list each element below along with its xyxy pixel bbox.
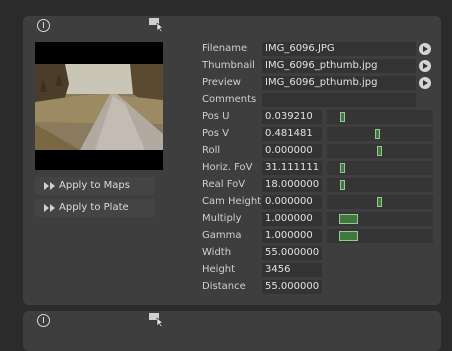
pos-u-slider[interactable]: [327, 110, 433, 124]
image-preview: [35, 42, 163, 170]
pos-v-field[interactable]: 0.481481: [262, 127, 322, 141]
width-field[interactable]: 55.000000: [262, 246, 322, 260]
play-icon[interactable]: [419, 60, 431, 72]
real-fov-label: Real FoV: [202, 179, 246, 190]
play-icon[interactable]: [419, 77, 431, 89]
pos-u-slider-fill: [340, 112, 345, 122]
real-fov-field[interactable]: 18.000000: [262, 178, 322, 192]
comments-field[interactable]: [262, 93, 416, 107]
thumbnail-field[interactable]: IMG_6096_pthumb.jpg: [262, 59, 416, 73]
comments-label: Comments: [202, 94, 257, 105]
width-label: Width: [202, 247, 232, 258]
pos-v-label: Pos V: [202, 128, 230, 139]
real-fov-slider-fill: [340, 180, 345, 190]
height-field[interactable]: 3456: [262, 263, 322, 277]
apply-to-plate-button[interactable]: Apply to Plate: [35, 199, 155, 217]
info-icon-panel2[interactable]: [37, 314, 50, 327]
gamma-slider-fill: [339, 231, 358, 241]
multiply-label: Multiply: [202, 213, 242, 224]
height-label: Height: [202, 264, 236, 275]
double-arrow-icon: [44, 182, 55, 190]
roll-field[interactable]: 0.000000: [262, 144, 322, 158]
cam-height-label: Cam Height: [202, 196, 262, 207]
preview-field[interactable]: IMG_6096_pthumb.jpg: [262, 76, 416, 90]
pos-v-slider[interactable]: [327, 127, 433, 141]
multiply-slider-fill: [339, 214, 358, 224]
distance-field[interactable]: 55.000000: [262, 280, 322, 294]
gamma-slider[interactable]: [327, 229, 433, 243]
roll-label: Roll: [202, 145, 221, 156]
photo-thumbnail: [35, 64, 163, 150]
info-icon[interactable]: [37, 19, 50, 32]
apply-to-plate-label: Apply to Plate: [59, 202, 129, 213]
filename-field[interactable]: IMG_6096.JPG: [262, 42, 416, 56]
double-arrow-icon: [44, 204, 55, 212]
roll-slider[interactable]: [327, 144, 433, 158]
pos-v-slider-fill: [375, 129, 380, 139]
horiz-fov-slider[interactable]: [327, 161, 433, 175]
horiz-fov-field[interactable]: 31.111111: [262, 161, 322, 175]
cam-height-slider-fill: [377, 197, 382, 207]
next-panel: [23, 311, 441, 351]
apply-to-maps-button[interactable]: Apply to Maps: [35, 177, 155, 195]
pos-u-field[interactable]: 0.039210: [262, 110, 322, 124]
multiply-slider[interactable]: [327, 212, 433, 226]
cam-height-field[interactable]: 0.000000: [262, 195, 322, 209]
preview-label: Preview: [202, 77, 241, 88]
pointer-icon[interactable]: [149, 18, 165, 32]
pos-u-label: Pos U: [202, 111, 230, 122]
thumbnail-label: Thumbnail: [202, 60, 255, 71]
horiz-fov-label: Horiz. FoV: [202, 162, 253, 173]
real-fov-slider[interactable]: [327, 178, 433, 192]
gamma-field[interactable]: 1.000000: [262, 229, 322, 243]
roll-slider-fill: [377, 146, 382, 156]
gamma-label: Gamma: [202, 230, 242, 241]
distance-label: Distance: [202, 281, 246, 292]
cam-height-slider[interactable]: [327, 195, 433, 209]
play-icon[interactable]: [419, 43, 431, 55]
multiply-field[interactable]: 1.000000: [262, 212, 322, 226]
pointer-icon-panel2[interactable]: [149, 313, 165, 327]
filename-label: Filename: [202, 43, 248, 54]
horiz-fov-slider-fill: [340, 163, 345, 173]
apply-to-maps-label: Apply to Maps: [59, 180, 130, 191]
